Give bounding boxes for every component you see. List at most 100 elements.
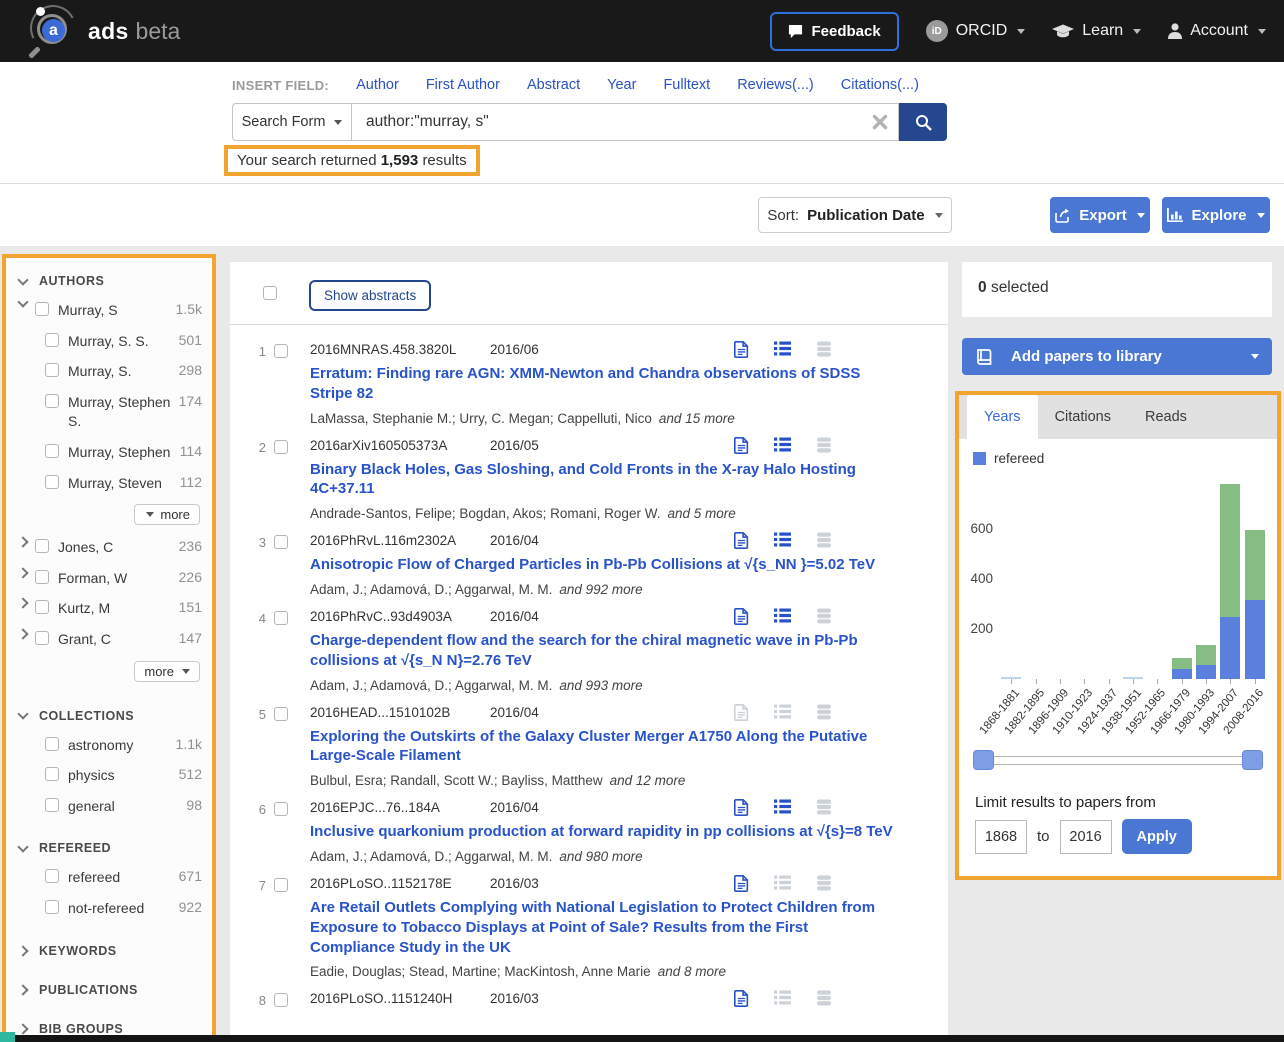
year-to-input[interactable] xyxy=(1060,820,1112,854)
fulltext-icon[interactable] xyxy=(734,341,749,358)
facet-label[interactable]: Murray, Steven xyxy=(68,474,176,494)
data-products-icon[interactable] xyxy=(816,437,832,454)
facet-label[interactable]: not-refereed xyxy=(68,899,175,919)
citations-list-icon[interactable] xyxy=(774,704,791,721)
facet-label[interactable]: general xyxy=(68,797,182,817)
tab-years[interactable]: Years xyxy=(967,395,1038,441)
year-from-input[interactable] xyxy=(975,820,1027,854)
chevron-right-icon[interactable] xyxy=(17,567,28,578)
learn-menu[interactable]: Learn xyxy=(1052,22,1141,40)
chevron-right-icon[interactable] xyxy=(17,628,28,639)
search-submit-button[interactable] xyxy=(899,103,947,141)
fulltext-icon[interactable] xyxy=(734,990,749,1007)
result-checkbox[interactable] xyxy=(274,878,288,892)
chevron-right-icon[interactable] xyxy=(17,1023,28,1034)
result-title[interactable]: Charge-dependent flow and the search for… xyxy=(310,631,896,671)
citations-list-icon[interactable] xyxy=(774,532,791,549)
facet-checkbox[interactable] xyxy=(45,333,59,347)
facet-more-button[interactable]: more xyxy=(134,661,200,682)
fulltext-icon[interactable] xyxy=(734,608,749,625)
facet-checkbox[interactable] xyxy=(45,869,59,883)
result-title[interactable]: Inclusive quarkonium production at forwa… xyxy=(310,822,896,842)
explore-button[interactable]: Explore xyxy=(1162,197,1270,233)
result-title[interactable]: Are Retail Outlets Complying with Nation… xyxy=(310,898,896,957)
insert-field-link-citations[interactable]: Citations(...) xyxy=(841,77,919,93)
orcid-menu[interactable]: iD ORCID xyxy=(926,20,1026,42)
facet-checkbox[interactable] xyxy=(45,737,59,751)
result-checkbox[interactable] xyxy=(274,440,288,454)
facet-label[interactable]: astronomy xyxy=(68,736,172,756)
facet-section-refereed[interactable]: REFEREED xyxy=(19,841,202,855)
chevron-down-icon[interactable] xyxy=(17,841,28,852)
insert-field-link-fulltext[interactable]: Fulltext xyxy=(663,77,710,93)
result-title[interactable]: Erratum: Finding rare AGN: XMM-Newton an… xyxy=(310,364,896,404)
citations-list-icon[interactable] xyxy=(774,799,791,816)
facet-checkbox[interactable] xyxy=(35,600,49,614)
chevron-right-icon[interactable] xyxy=(17,598,28,609)
result-checkbox[interactable] xyxy=(274,535,288,549)
data-products-icon[interactable] xyxy=(816,532,832,549)
data-products-icon[interactable] xyxy=(816,341,832,358)
facet-label[interactable]: Murray, Stephen S. xyxy=(68,393,175,432)
facet-label[interactable]: Murray, S. S. xyxy=(68,332,175,352)
sort-dropdown[interactable]: Sort: Publication Date xyxy=(758,197,952,233)
insert-field-link-author[interactable]: Author xyxy=(356,77,399,93)
chevron-down-icon[interactable] xyxy=(17,274,28,285)
facet-checkbox[interactable] xyxy=(35,539,49,553)
data-products-icon[interactable] xyxy=(816,990,832,1007)
tab-reads[interactable]: Reads xyxy=(1128,395,1204,439)
chevron-down-icon[interactable] xyxy=(17,708,28,719)
facet-label[interactable]: Murray, S. xyxy=(68,362,175,382)
data-products-icon[interactable] xyxy=(816,799,832,816)
result-checkbox[interactable] xyxy=(274,344,288,358)
facet-more-button[interactable]: more xyxy=(134,504,200,525)
year-range-slider[interactable] xyxy=(974,756,1262,765)
search-input[interactable] xyxy=(366,113,856,131)
tab-citations[interactable]: Citations xyxy=(1038,395,1128,439)
fulltext-icon[interactable] xyxy=(734,532,749,549)
facet-label[interactable]: Jones, C xyxy=(58,538,175,558)
facet-checkbox[interactable] xyxy=(35,302,49,316)
export-button[interactable]: Export xyxy=(1050,197,1150,233)
data-products-icon[interactable] xyxy=(816,875,832,892)
result-title[interactable]: Binary Black Holes, Gas Sloshing, and Co… xyxy=(310,460,896,500)
result-checkbox[interactable] xyxy=(274,707,288,721)
insert-field-link-abstract[interactable]: Abstract xyxy=(527,77,580,93)
facet-section-publications[interactable]: PUBLICATIONS xyxy=(19,983,202,997)
fulltext-icon[interactable] xyxy=(734,437,749,454)
facet-checkbox[interactable] xyxy=(45,900,59,914)
facet-label[interactable]: refereed xyxy=(68,868,175,888)
citations-list-icon[interactable] xyxy=(774,990,791,1007)
chevron-down-icon[interactable] xyxy=(17,296,28,307)
ads-logo[interactable]: a ads beta xyxy=(28,6,180,56)
facet-section-collections[interactable]: COLLECTIONS xyxy=(19,709,202,723)
chevron-right-icon[interactable] xyxy=(17,984,28,995)
facet-checkbox[interactable] xyxy=(35,570,49,584)
insert-field-link-year[interactable]: Year xyxy=(607,77,636,93)
slider-handle-max[interactable] xyxy=(1242,750,1263,770)
facet-label[interactable]: Murray, Stephen xyxy=(68,443,176,463)
insert-field-link-first-author[interactable]: First Author xyxy=(426,77,500,93)
fulltext-icon[interactable] xyxy=(734,704,749,721)
facet-label[interactable]: Kurtz, M xyxy=(58,599,175,619)
facet-label[interactable]: Murray, S xyxy=(58,301,172,321)
fulltext-icon[interactable] xyxy=(734,875,749,892)
data-products-icon[interactable] xyxy=(816,704,832,721)
citations-list-icon[interactable] xyxy=(774,608,791,625)
citations-list-icon[interactable] xyxy=(774,437,791,454)
facet-checkbox[interactable] xyxy=(45,444,59,458)
facet-label[interactable]: physics xyxy=(68,766,175,786)
facet-checkbox[interactable] xyxy=(45,475,59,489)
facet-section-bib-groups[interactable]: BIB GROUPS xyxy=(19,1022,202,1036)
facet-section-authors[interactable]: AUTHORS xyxy=(19,274,202,288)
facet-checkbox[interactable] xyxy=(45,363,59,377)
result-checkbox[interactable] xyxy=(274,802,288,816)
facet-checkbox[interactable] xyxy=(45,798,59,812)
feedback-button[interactable]: Feedback xyxy=(770,12,899,51)
result-title[interactable]: Exploring the Outskirts of the Galaxy Cl… xyxy=(310,727,896,767)
chevron-right-icon[interactable] xyxy=(17,536,28,547)
fulltext-icon[interactable] xyxy=(734,799,749,816)
citations-list-icon[interactable] xyxy=(774,341,791,358)
facet-section-keywords[interactable]: KEYWORDS xyxy=(19,944,202,958)
facet-label[interactable]: Grant, C xyxy=(58,630,175,650)
